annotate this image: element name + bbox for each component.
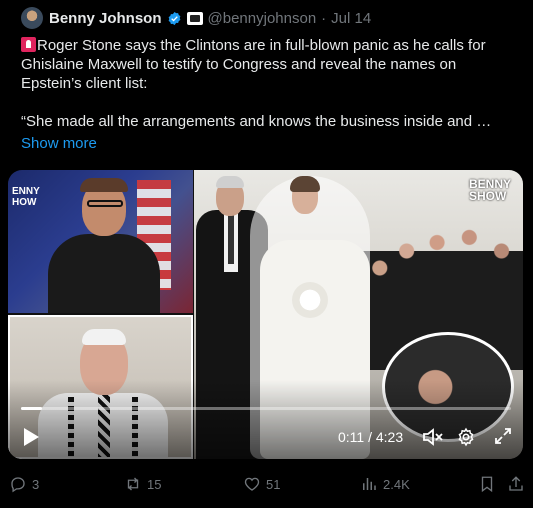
post-date[interactable]: Jul 14 <box>331 10 371 27</box>
separator-dot: · <box>321 9 327 27</box>
like-button[interactable]: 51 <box>243 472 280 496</box>
like-count: 51 <box>266 476 281 492</box>
repost-icon <box>127 477 139 491</box>
reply-count: 3 <box>32 476 40 492</box>
video-player[interactable]: ENNY HOW BENNY SHOW 0:11 / 4:23 <box>8 170 523 459</box>
action-bar: 3 15 51 2.4K <box>0 472 533 496</box>
show-more-link[interactable]: Show more <box>21 135 97 152</box>
views-icon <box>363 478 376 490</box>
affiliate-badge-icon[interactable] <box>186 11 203 25</box>
play-icon[interactable] <box>22 427 40 447</box>
bouquet <box>292 282 328 318</box>
video-progress-fill <box>21 407 42 410</box>
repost-button[interactable]: 15 <box>124 472 161 496</box>
bookmark-icon <box>481 476 493 493</box>
post-text-line1: Roger Stone says the Clintons are in ful… <box>21 37 486 92</box>
post-text-line2: “She made all the arrangements and knows… <box>21 113 492 130</box>
like-icon <box>244 477 260 491</box>
video-time: 0:11 / 4:23 <box>338 429 404 445</box>
volume-muted-icon[interactable] <box>422 428 444 446</box>
author-avatar[interactable] <box>21 7 43 29</box>
host-video-panel: ENNY HOW <box>8 170 193 313</box>
siren-emoji-icon <box>21 37 36 52</box>
author-name[interactable]: Benny Johnson <box>49 10 162 27</box>
author-handle[interactable]: @bennyjohnson <box>208 10 317 27</box>
post-header: Benny Johnson @bennyjohnson · Jul 14 <box>49 7 371 29</box>
reply-button[interactable]: 3 <box>9 472 39 496</box>
video-progress-bar[interactable] <box>21 407 511 410</box>
show-logo-left: ENNY HOW <box>12 186 40 208</box>
verified-badge-icon <box>168 11 180 25</box>
repost-count: 15 <box>147 476 162 492</box>
post-text: Roger Stone says the Clintons are in ful… <box>21 36 511 131</box>
reply-icon <box>11 477 25 493</box>
share-icon <box>509 476 523 491</box>
post[interactable]: Benny Johnson @bennyjohnson · Jul 14 Rog… <box>0 0 533 508</box>
fullscreen-icon[interactable] <box>494 427 512 445</box>
settings-gear-icon[interactable] <box>456 427 476 447</box>
views-count: 2.4K <box>383 476 410 492</box>
show-logo-right: BENNY SHOW <box>468 177 511 203</box>
bookmark-button[interactable] <box>478 472 496 496</box>
share-button[interactable] <box>507 472 525 496</box>
views-button[interactable]: 2.4K <box>360 472 410 496</box>
